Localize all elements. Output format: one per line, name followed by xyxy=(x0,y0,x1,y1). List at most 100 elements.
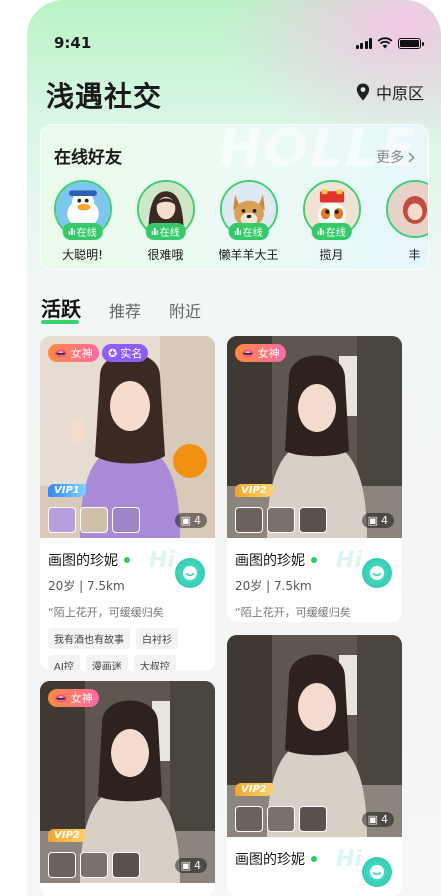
avatar xyxy=(385,180,428,238)
vip-badge: VIP1 xyxy=(48,484,86,497)
user-info: Hi 画图的珍妮 20岁 | 7.5km “陌上花开，可缓缓归矣 我有酒也有故事… xyxy=(40,538,215,670)
interest-tag: 大叔控 xyxy=(133,655,176,670)
vip-badge: VIP2 xyxy=(48,829,86,842)
user-info: Hi 画图的珍妮 xyxy=(227,837,402,887)
photo-thumbnails xyxy=(235,507,327,533)
photo-thumbnail[interactable] xyxy=(299,507,327,533)
photo-count: ▣ 4 xyxy=(361,513,394,528)
user-card[interactable]: 👄 女神 VIP2 ▣ 4 Hi 画图的珍妮 20岁 | 7.5km “陌上花开，可… xyxy=(227,336,402,622)
tab-active[interactable]: 活跃 xyxy=(41,293,81,324)
battery-icon xyxy=(398,37,424,49)
friend-name: 懒羊羊大王 xyxy=(218,248,279,262)
tab-recommend[interactable]: 推荐 xyxy=(109,298,141,322)
image-icon: ▣ xyxy=(180,514,191,527)
friend-item[interactable]: 在线 很难哦 xyxy=(124,180,207,263)
photo-count: ▣ 4 xyxy=(361,812,394,827)
location-pin-icon xyxy=(356,83,370,101)
interest-tag: AJ控 xyxy=(48,655,80,670)
user-info: Hi 画图的珍妮 20岁 | 7.5km “陌上花开，可缓缓归矣 xyxy=(227,538,402,622)
tab-nearby[interactable]: 附近 xyxy=(169,298,201,322)
user-card[interactable]: 👄 女神 VIP2 ▣ 4 xyxy=(40,681,215,896)
photo-thumbnail[interactable] xyxy=(112,507,140,533)
online-badge: 在线 xyxy=(145,223,186,240)
photo-thumbnails xyxy=(48,852,140,878)
user-photo[interactable]: 👄 女神 VIP2 ▣ 4 xyxy=(40,681,215,883)
online-friends-card: HOLLE 在线好友 更多 在线 大聪明! 在线 很难哦 在线 懒羊羊大王 在线… xyxy=(40,124,429,270)
signal-icon xyxy=(355,37,372,49)
app-screen: 9:41 浅遇社交 中原区 HOLLE 在线好友 更多 在线 大聪明! 在线 很… xyxy=(27,0,441,896)
location-selector[interactable]: 中原区 xyxy=(356,80,424,104)
online-dot xyxy=(124,557,130,563)
image-icon: ▣ xyxy=(180,859,191,872)
friend-item[interactable]: 在线 揽月 xyxy=(290,180,373,263)
more-friends-link[interactable]: 更多 xyxy=(376,147,415,167)
photo-thumbnail[interactable] xyxy=(48,507,76,533)
interest-tags: 我有酒也有故事 白衬衫 AJ控 漫画迷 大叔控 xyxy=(48,628,207,670)
greet-button[interactable] xyxy=(362,857,392,887)
interest-tag: 漫画迷 xyxy=(85,655,128,670)
feed-tabs: 活跃 推荐 附近 xyxy=(41,293,201,324)
vip-badge: VIP2 xyxy=(235,484,273,497)
user-card[interactable]: 👄 女神 ✪ 实名 VIP1 ▣ 4 Hi 画图的珍妮 20岁 | 7.5km “陌上… xyxy=(40,336,215,670)
photo-thumbnail[interactable] xyxy=(80,507,108,533)
smile-icon xyxy=(183,566,197,580)
online-badge: 在线 xyxy=(228,223,269,240)
photo-thumbnails xyxy=(48,507,140,533)
online-dot xyxy=(311,557,317,563)
user-card[interactable]: VIP2 ▣ 4 Hi 画图的珍妮 xyxy=(227,635,402,896)
greet-button[interactable] xyxy=(362,558,392,588)
friend-item[interactable]: 在线 大聪明! xyxy=(41,180,124,263)
status-time: 9:41 xyxy=(54,34,92,52)
online-badge: 在线 xyxy=(311,223,352,240)
friend-item[interactable]: 丰 xyxy=(373,180,428,263)
lips-icon: 👄 xyxy=(241,346,255,360)
photo-count: ▣ 4 xyxy=(174,858,207,873)
friend-name: 很难哦 xyxy=(147,248,184,262)
more-label: 更多 xyxy=(376,150,404,166)
interest-tag: 我有酒也有故事 xyxy=(48,628,130,649)
user-name: 画图的珍妮 xyxy=(235,553,305,569)
smile-icon xyxy=(370,566,384,580)
photo-thumbnail[interactable] xyxy=(299,806,327,832)
photo-thumbnail[interactable] xyxy=(80,852,108,878)
user-signature: “陌上花开，可缓缓归矣 xyxy=(235,606,351,619)
friend-item[interactable]: 在线 懒羊羊大王 xyxy=(207,180,290,263)
greet-button[interactable] xyxy=(175,558,205,588)
online-dot xyxy=(311,856,317,862)
photo-thumbnail[interactable] xyxy=(235,507,263,533)
gender-tag: 👄 女神 xyxy=(48,344,99,362)
photo-count: ▣ 4 xyxy=(174,513,207,528)
user-signature: “陌上花开，可缓缓归矣 xyxy=(48,606,164,619)
image-icon: ▣ xyxy=(367,813,378,826)
interest-tag: 白衬衫 xyxy=(136,628,178,649)
friends-list: 在线 大聪明! 在线 很难哦 在线 懒羊羊大王 在线 揽月 丰 xyxy=(41,180,428,263)
friend-name: 大聪明! xyxy=(62,248,103,262)
verified-icon: ✪ xyxy=(108,346,118,360)
hi-watermark: Hi xyxy=(336,548,362,573)
hi-watermark: Hi xyxy=(336,847,362,872)
photo-thumbnail[interactable] xyxy=(267,507,295,533)
user-name: 画图的珍妮 xyxy=(235,852,305,868)
gender-tag: 👄 女神 xyxy=(235,344,286,362)
user-photo[interactable]: 👄 女神 ✪ 实名 VIP1 ▣ 4 xyxy=(40,336,215,538)
photo-thumbnail[interactable] xyxy=(48,852,76,878)
status-bar: 9:41 xyxy=(27,0,441,52)
lips-icon: 👄 xyxy=(54,691,68,705)
smile-icon xyxy=(370,865,384,879)
location-label: 中原区 xyxy=(375,84,424,103)
photo-thumbnail[interactable] xyxy=(235,806,263,832)
photo-thumbnail[interactable] xyxy=(267,806,295,832)
wifi-icon xyxy=(377,37,393,49)
hi-watermark: Hi xyxy=(149,548,175,573)
lips-icon: 👄 xyxy=(54,346,68,360)
friend-name: 揽月 xyxy=(319,248,344,262)
user-photo[interactable]: VIP2 ▣ 4 xyxy=(227,635,402,837)
photo-thumbnails xyxy=(235,806,327,832)
chevron-right-icon xyxy=(408,151,415,163)
verified-tag: ✪ 实名 xyxy=(102,344,149,362)
user-name: 画图的珍妮 xyxy=(48,553,118,569)
user-photo[interactable]: 👄 女神 VIP2 ▣ 4 xyxy=(227,336,402,538)
vip-badge: VIP2 xyxy=(235,783,273,796)
photo-thumbnail[interactable] xyxy=(112,852,140,878)
app-title: 浅遇社交 xyxy=(46,80,163,113)
